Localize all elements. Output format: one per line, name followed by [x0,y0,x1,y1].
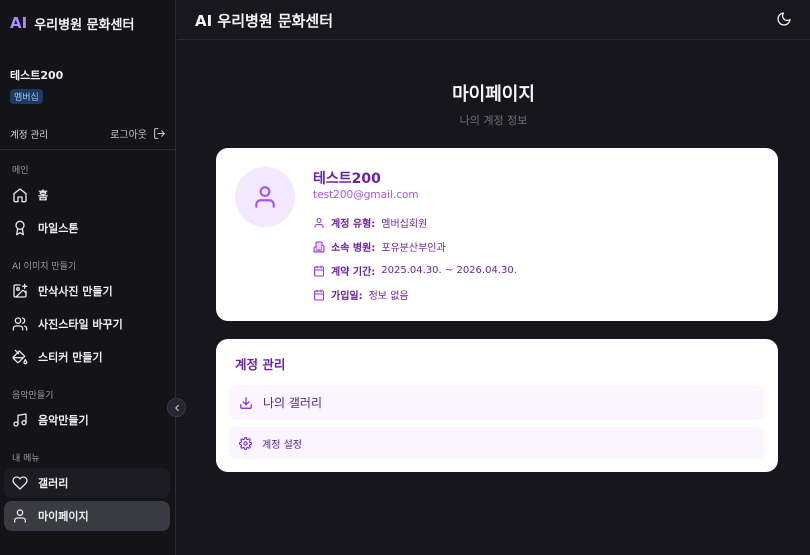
sidebar-item-label: 마이페이지 [38,510,89,523]
download-icon [240,396,252,409]
sidebar-item-milestone[interactable]: 마일스톤 [4,213,170,243]
info-value: 멤버십회원 [381,219,428,230]
page-subtitle: 나의 계정 정보 [459,114,528,127]
brand[interactable]: AI 우리병원 문화센터 [10,13,134,33]
paint-bucket-icon [12,349,28,365]
section-label-main: 메인 [12,166,29,176]
info-key: 가입일: [331,291,363,302]
sidebar-item-maternity-photo[interactable]: 만삭사진 만들기 [4,276,170,306]
info-row-account-type: 계정 유형: 멤버십회원 [313,215,427,230]
user-icon [14,509,26,523]
sidebar-item-label: 홈 [38,189,49,202]
user-block: 테스트200 멤버십 [10,67,63,104]
manage-title: 계정 관리 [235,357,286,372]
section-label-my-menu: 내 메뉴 [12,454,40,464]
avatar [235,167,295,227]
section-label-ai-image: AI 이미지 만들기 [12,262,77,272]
chevron-left-icon [174,404,179,411]
sidebar-item-label: 음악만들기 [38,414,89,427]
sidebar-item-music[interactable]: 음악만들기 [4,405,170,435]
sidebar-item-gallery[interactable]: 갤러리 [4,468,170,498]
brand-name: 우리병원 문화센터 [34,17,135,33]
theme-toggle-button[interactable] [776,11,794,29]
logout-button[interactable]: 로그아웃 [110,126,166,141]
sidebar-item-label: 사진스타일 바꾸기 [38,318,123,331]
moon-icon [777,12,791,26]
user-name: 테스트200 [10,69,64,82]
sidebar-item-label: 마일스톤 [38,222,79,235]
sidebar-item-label: 스티커 만들기 [38,351,103,364]
account-row: 계정 관리 로그아웃 [0,118,176,150]
user-icon [314,217,324,228]
info-value: 포유분산부인과 [381,243,446,254]
my-gallery-button[interactable]: 나의 갤러리 [229,385,765,420]
info-key: 계약 기간: [331,267,376,278]
info-key: 소속 병원: [331,243,376,254]
sidebar-item-label: 만삭사진 만들기 [38,285,113,298]
header-title: AI 우리병원 문화센터 [195,12,334,30]
info-value: 2025.04.30. ~ 2026.04.30. [381,265,517,276]
membership-badge: 멤버십 [10,89,43,104]
profile-card: 테스트200 test200@gmail.com 계정 유형: 멤버십회원 소속… [216,148,778,321]
calendar-icon [314,289,324,300]
logout-label: 로그아웃 [110,130,147,141]
sidebar: AI 우리병원 문화센터 테스트200 멤버십 계정 관리 로그아웃 메인 홈 … [0,0,176,555]
gear-icon [239,436,252,450]
info-row-hospital: 소속 병원: 포유분산부인과 [313,239,446,254]
sidebar-item-mypage[interactable]: 마이페이지 [4,501,170,531]
account-manage-card: 계정 관리 나의 갤러리 계정 설정 [216,339,778,472]
my-gallery-label: 나의 갤러리 [263,396,323,410]
sidebar-item-sticker[interactable]: 스티커 만들기 [4,342,170,372]
home-icon [13,188,27,203]
top-header: AI 우리병원 문화센터 [177,0,810,40]
profile-name: 테스트200 [313,171,381,187]
sidebar-item-label: 갤러리 [38,477,69,490]
user-icon [255,186,275,208]
users-icon [12,317,28,331]
sidebar-item-photo-style[interactable]: 사진스타일 바꾸기 [4,309,170,339]
heart-icon [12,476,28,490]
info-row-contract-period: 계약 기간: 2025.04.30. ~ 2026.04.30. [313,263,517,278]
sidebar-collapse-button[interactable] [167,398,186,417]
building-icon [313,241,325,252]
calendar-icon [314,265,324,276]
info-key: 계정 유형: [331,219,376,230]
section-label-music: 음악만들기 [12,391,54,401]
info-value: 정보 없음 [368,291,409,302]
image-plus-icon [13,283,28,298]
profile-email: test200@gmail.com [313,189,419,201]
sidebar-item-home[interactable]: 홈 [4,180,170,210]
account-settings-label: 계정 설정 [262,439,302,451]
account-label[interactable]: 계정 관리 [10,127,48,141]
logout-icon [154,128,165,139]
page-title: 마이페이지 [452,84,535,105]
music-icon [13,413,27,427]
brand-ai-mark: AI [10,14,28,32]
award-icon [15,220,25,236]
info-row-join-date: 가입일: 정보 없음 [313,287,409,302]
account-settings-button[interactable]: 계정 설정 [229,427,765,459]
